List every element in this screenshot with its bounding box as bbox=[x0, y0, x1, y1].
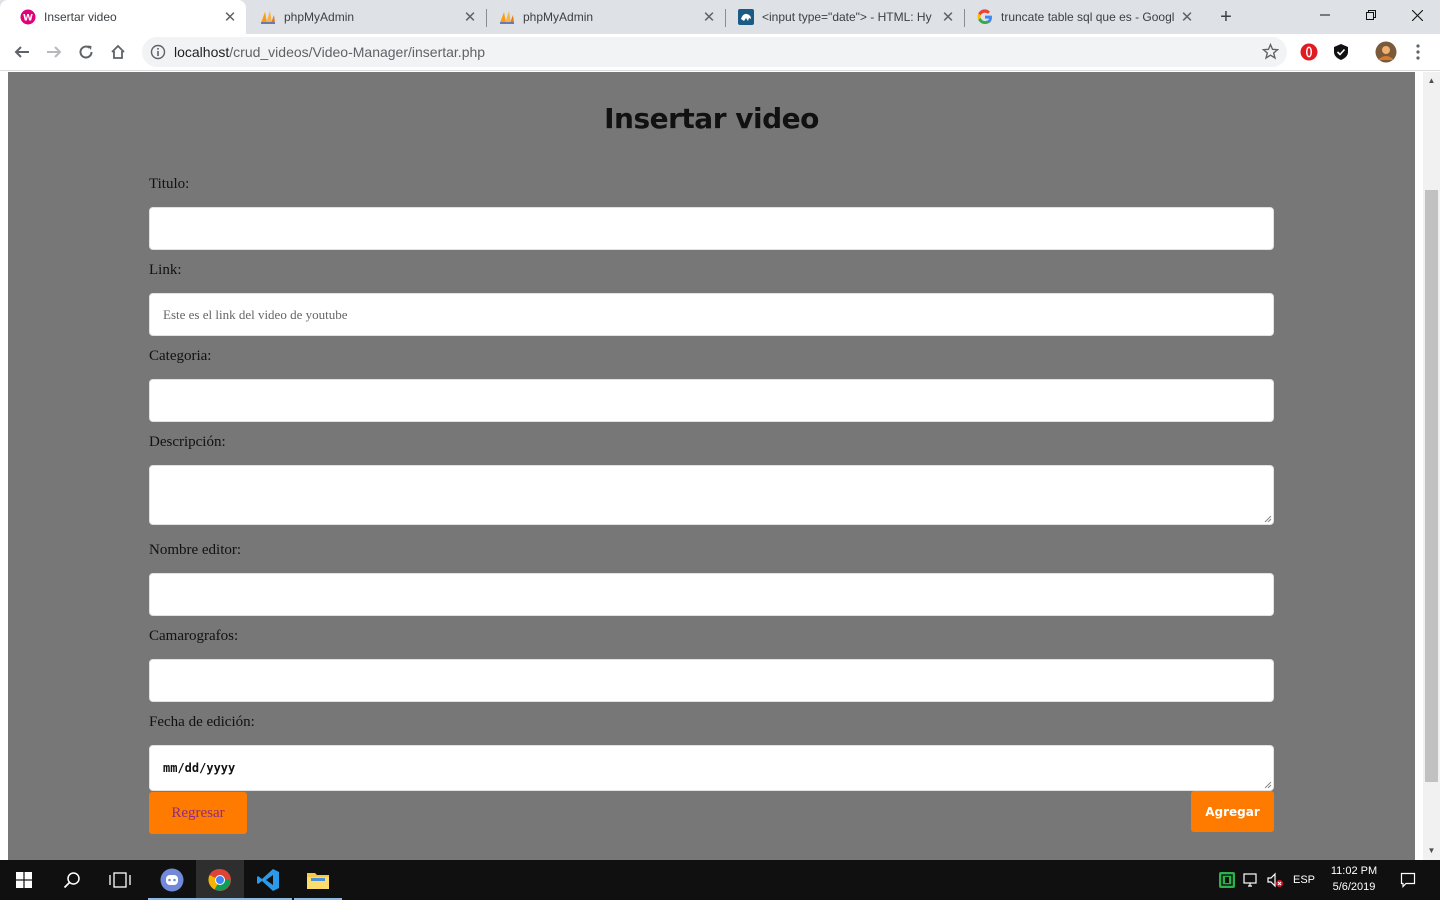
descripcion-textarea[interactable] bbox=[149, 465, 1274, 525]
scroll-down-icon[interactable]: ▼ bbox=[1427, 846, 1436, 855]
regresar-button[interactable]: Regresar bbox=[149, 792, 247, 834]
camarografos-input[interactable] bbox=[149, 659, 1274, 702]
fecha-value: mm/dd/yyyy bbox=[163, 761, 236, 775]
system-clock[interactable]: 11:02 PM 5/6/2019 bbox=[1318, 863, 1390, 895]
back-button[interactable] bbox=[8, 38, 36, 66]
titulo-input[interactable] bbox=[149, 207, 1274, 250]
clock-time: 11:02 PM bbox=[1330, 865, 1378, 877]
descripcion-label: Descripción: bbox=[149, 434, 226, 450]
editor-input[interactable] bbox=[149, 573, 1274, 616]
close-icon[interactable]: ✕ bbox=[462, 9, 478, 26]
taskbar-discord[interactable] bbox=[148, 860, 196, 900]
minimize-button[interactable] bbox=[1302, 0, 1348, 30]
url-path: /crud_videos/Video-Manager/insertar.php bbox=[229, 44, 486, 60]
new-tab-button[interactable]: + bbox=[1214, 6, 1238, 28]
vertical-scrollbar[interactable]: ▲ ▼ bbox=[1423, 72, 1440, 860]
search-icon bbox=[63, 872, 80, 889]
task-view-button[interactable] bbox=[96, 860, 144, 900]
page-title: Insertar video bbox=[604, 102, 819, 135]
chrome-icon bbox=[208, 868, 231, 891]
tab-strip: W Insertar video ✕ phpMyAdmin ✕ phpMyAdm… bbox=[0, 0, 1440, 34]
search-button[interactable] bbox=[48, 860, 96, 900]
arrow-right-icon bbox=[47, 46, 62, 58]
vscode-icon bbox=[257, 869, 279, 891]
resize-handle-icon[interactable] bbox=[1264, 781, 1272, 789]
profile-avatar[interactable] bbox=[1375, 41, 1397, 63]
restore-button[interactable] bbox=[1348, 0, 1394, 30]
address-bar[interactable]: localhost/crud_videos/Video-Manager/inse… bbox=[142, 37, 1287, 67]
url-text: localhost/crud_videos/Video-Manager/inse… bbox=[174, 44, 485, 60]
tab-google-search[interactable]: truncate table sql que es - Googl ✕ bbox=[957, 0, 1203, 34]
scrollbar-thumb[interactable] bbox=[1425, 190, 1438, 782]
home-button[interactable] bbox=[104, 38, 132, 66]
close-icon[interactable]: ✕ bbox=[1179, 9, 1195, 26]
taskbar-file-explorer[interactable] bbox=[294, 860, 342, 900]
tab-title: phpMyAdmin bbox=[523, 10, 594, 24]
info-icon[interactable] bbox=[150, 44, 166, 65]
minimize-icon bbox=[1320, 14, 1330, 16]
close-icon[interactable]: ✕ bbox=[940, 9, 956, 26]
close-icon[interactable]: ✕ bbox=[222, 9, 238, 26]
url-host: localhost bbox=[174, 44, 230, 60]
tab-title: <input type="date"> - HTML: Hy bbox=[762, 10, 932, 24]
start-icon bbox=[16, 872, 32, 888]
wamp-icon: W bbox=[20, 9, 36, 25]
browser-toolbar: localhost/crud_videos/Video-Manager/inse… bbox=[0, 34, 1440, 71]
phpmyadmin-icon bbox=[499, 9, 515, 25]
start-button[interactable] bbox=[0, 860, 48, 900]
camarografos-label: Camarografos: bbox=[149, 628, 239, 644]
close-icon bbox=[1411, 9, 1423, 21]
titulo-label: Titulo: bbox=[149, 176, 190, 192]
categoria-label: Categoria: bbox=[149, 348, 212, 364]
phpmyadmin-icon bbox=[260, 9, 276, 25]
agregar-button[interactable]: Agregar bbox=[1191, 791, 1274, 832]
tray-app-icon[interactable] bbox=[1216, 860, 1238, 900]
restore-icon bbox=[1366, 10, 1376, 20]
google-icon bbox=[977, 9, 993, 25]
close-window-button[interactable] bbox=[1394, 0, 1440, 30]
tab-title: Insertar video bbox=[44, 10, 117, 24]
tab-phpmyadmin-2[interactable]: phpMyAdmin ✕ bbox=[479, 0, 725, 34]
resize-handle-icon[interactable] bbox=[1264, 515, 1272, 523]
arrow-left-icon bbox=[14, 46, 29, 58]
notifications-button[interactable] bbox=[1394, 860, 1422, 900]
mdn-icon bbox=[738, 9, 754, 25]
network-icon[interactable] bbox=[1240, 860, 1262, 900]
fecha-date-input[interactable]: mm/dd/yyyy bbox=[149, 745, 1274, 791]
link-placeholder: Este es el link del video de youtube bbox=[163, 306, 348, 322]
notification-icon bbox=[1400, 872, 1416, 888]
forward-button[interactable] bbox=[40, 38, 68, 66]
tab-title: phpMyAdmin bbox=[284, 10, 355, 24]
opera-adblock-extension-icon[interactable] bbox=[1300, 43, 1318, 61]
taskbar-vscode[interactable] bbox=[244, 860, 292, 900]
categoria-input[interactable] bbox=[149, 379, 1274, 422]
bookmark-star-icon[interactable] bbox=[1261, 42, 1280, 65]
svg-text:W: W bbox=[23, 14, 33, 24]
volume-muted-icon[interactable] bbox=[1264, 860, 1286, 900]
scroll-up-icon[interactable]: ▲ bbox=[1427, 76, 1436, 85]
tab-mdn-input-date[interactable]: <input type="date"> - HTML: Hy ✕ bbox=[718, 0, 964, 34]
page-viewport: Insertar video Titulo: Link: Este es el … bbox=[0, 72, 1440, 860]
discord-icon bbox=[160, 868, 184, 892]
link-label: Link: bbox=[149, 262, 182, 278]
close-icon[interactable]: ✕ bbox=[701, 9, 717, 26]
tab-phpmyadmin-1[interactable]: phpMyAdmin ✕ bbox=[240, 0, 486, 34]
language-indicator[interactable]: ESP bbox=[1290, 860, 1318, 900]
editor-label: Nombre editor: bbox=[149, 542, 242, 558]
home-icon bbox=[111, 44, 125, 59]
taskbar-chrome[interactable] bbox=[196, 860, 244, 900]
fecha-label: Fecha de edición: bbox=[149, 714, 255, 730]
tab-title: truncate table sql que es - Googl bbox=[1001, 10, 1175, 24]
menu-kebab-icon[interactable] bbox=[1409, 43, 1427, 61]
windows-taskbar: ESP 11:02 PM 5/6/2019 bbox=[0, 860, 1440, 900]
shield-extension-icon[interactable] bbox=[1332, 43, 1350, 61]
link-input[interactable]: Este es el link del video de youtube bbox=[149, 293, 1274, 336]
tab-insertar-video[interactable]: W Insertar video ✕ bbox=[0, 0, 246, 34]
file-explorer-icon bbox=[307, 873, 329, 889]
clock-date: 5/6/2019 bbox=[1332, 881, 1376, 893]
reload-icon bbox=[79, 45, 93, 59]
reload-button[interactable] bbox=[72, 38, 100, 66]
task-view-icon bbox=[109, 872, 131, 888]
